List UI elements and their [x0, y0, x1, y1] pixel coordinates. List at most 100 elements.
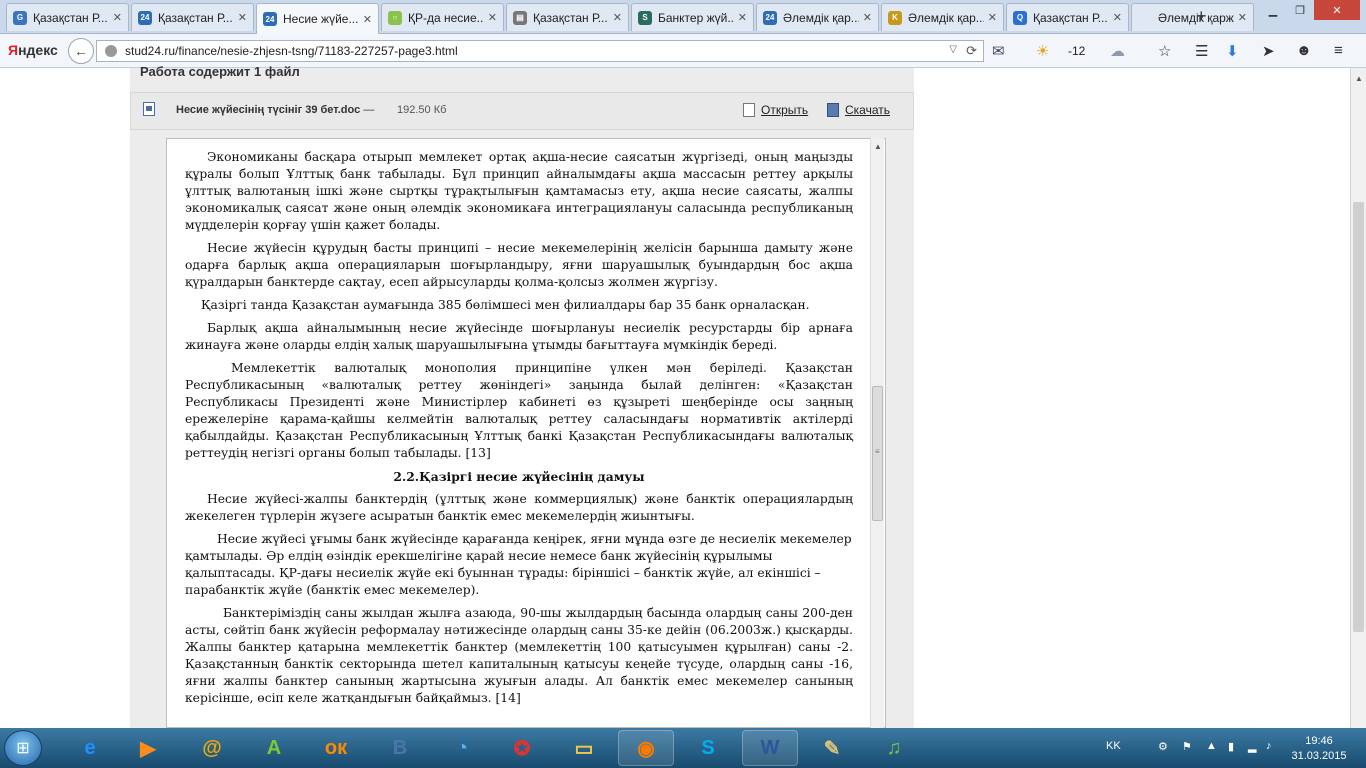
tab-close-icon[interactable]: ✕	[488, 11, 497, 24]
mail-icon[interactable]: ✉	[992, 42, 1005, 60]
tab-close-icon[interactable]: ✕	[1113, 11, 1122, 24]
page-scroll-thumb[interactable]	[1353, 202, 1364, 632]
tab-favicon-icon: ▤	[513, 10, 527, 25]
tab-close-icon[interactable]: ✕	[363, 13, 372, 26]
download-icon[interactable]: ⬇	[1226, 42, 1239, 60]
tab-title: ҚР-да несие...	[408, 10, 484, 25]
browser-tab[interactable]: 24 Несие жүйе... ✕	[256, 3, 379, 34]
tab-title: Қазақстан Р...	[33, 10, 108, 25]
logo-prefix: Я	[8, 42, 19, 58]
taskbar-paint-icon[interactable]: ✎	[804, 730, 860, 766]
tray-volume-icon[interactable]: ♪	[1266, 740, 1272, 752]
close-button[interactable]: ✕	[1314, 0, 1360, 20]
page-scrollbar[interactable]: ▲	[1350, 68, 1366, 728]
taskbar-word-icon[interactable]: W	[742, 730, 798, 766]
tab-close-icon[interactable]: ✕	[238, 11, 247, 24]
tab-close-icon[interactable]: ✕	[1238, 11, 1247, 24]
new-tab-button[interactable]: +	[1196, 6, 1207, 27]
tab-title: Әлемдік қар...	[908, 10, 984, 25]
yandex-logo[interactable]: Яндекс	[8, 42, 58, 58]
browser-tab[interactable]: K Әлемдік қар... ✕	[881, 3, 1004, 31]
taskbar-agent-icon[interactable]: A	[246, 730, 302, 766]
tab-close-icon[interactable]: ✕	[863, 11, 872, 24]
taskbar-firefox-icon[interactable]: ◉	[618, 730, 674, 766]
doc-heading: 2.2.Қазіргі несие жүйесінің дамуы	[393, 469, 645, 484]
maximize-button[interactable]: ❐	[1287, 0, 1313, 20]
tab-title: Қазақстан Р...	[158, 10, 233, 25]
taskbar-chrome-alt-icon[interactable]: ◔	[434, 730, 490, 766]
minimize-button[interactable]: ▁	[1260, 0, 1286, 20]
smile-icon[interactable]: ☻	[1296, 42, 1312, 59]
tab-close-icon[interactable]: ✕	[113, 11, 122, 24]
back-button[interactable]: ←	[68, 38, 94, 64]
taskbar-music-icon[interactable]: ♫	[866, 730, 922, 766]
address-bar[interactable]: stud24.ru/finance/nesie-zhjesn-tsng/7118…	[96, 40, 984, 62]
taskbar-vk-icon[interactable]: В	[372, 730, 428, 766]
tab-title: Әлемдік қар...	[783, 10, 859, 25]
tray-battery-icon[interactable]: ▮	[1228, 740, 1234, 753]
file-bar: Несие жүйесінің түсініг 39 бет.doc — 192…	[130, 92, 914, 130]
save-icon	[827, 103, 839, 117]
doc-paragraph: Несие жүйесі ұғымы банк жүйесінде қараға…	[185, 532, 852, 597]
browser-tab[interactable]: ○ ҚР-да несие... ✕	[381, 3, 504, 31]
document-scrollbar[interactable]: ▲ ≡	[870, 138, 884, 728]
document-viewer[interactable]: Экономиканы басқара отырып мемлекет орта…	[166, 138, 886, 728]
cloud-icon[interactable]: ☁	[1110, 42, 1125, 60]
taskbar-explorer-icon[interactable]: ▭	[556, 730, 612, 766]
taskbar-ccleaner-icon[interactable]: ✪	[494, 730, 550, 766]
tray-network-icon[interactable]: ⚙	[1158, 740, 1168, 753]
tab-favicon-icon: G	[13, 10, 27, 25]
file-size: 192.50 Кб	[397, 104, 447, 116]
tab-title: Банктер жүй...	[658, 10, 734, 25]
browser-tab[interactable]: S Банктер жүй... ✕	[631, 3, 754, 31]
browser-tab[interactable]: Әлемдік қаржы ...✕	[1131, 3, 1254, 31]
file-name: Несие жүйесінің түсініг 39 бет.doc —	[176, 104, 374, 116]
tray-signal-icon[interactable]: ▂	[1248, 740, 1256, 753]
star-icon[interactable]: ☆	[1158, 42, 1171, 60]
tab-close-icon[interactable]: ✕	[988, 11, 997, 24]
browser-tab[interactable]: ▤ Қазақстан Р... ✕	[506, 3, 629, 31]
language-indicator[interactable]: KK	[1106, 740, 1121, 752]
taskbar-ie-icon[interactable]: e	[62, 730, 118, 766]
settings-menu-icon[interactable]: ≡	[1334, 42, 1343, 59]
browser-tab[interactable]: 24 Әлемдік қар... ✕	[756, 3, 879, 31]
browser-tab[interactable]: 24 Қазақстан Р... ✕	[131, 3, 254, 31]
download-link[interactable]: Скачать	[827, 103, 890, 117]
menu-icon[interactable]: ☰	[1195, 42, 1208, 60]
tab-favicon-icon: K	[888, 10, 902, 25]
tray-arrow-icon[interactable]: ▲	[1206, 740, 1217, 752]
doc-paragraph: Барлық ақша айналымының несие жүйесінде …	[185, 321, 853, 352]
tab-favicon-icon: 24	[263, 12, 277, 26]
taskbar-skype-icon[interactable]: S	[680, 730, 736, 766]
clock[interactable]: 19:46 31.03.2015	[1290, 734, 1348, 764]
taskbar-ok-icon[interactable]: ок	[308, 730, 364, 766]
reload-icon[interactable]: ⟳	[966, 43, 977, 59]
browser-tab[interactable]: Q Қазақстан Р... ✕	[1006, 3, 1129, 31]
logo-rest: ндекс	[18, 42, 58, 58]
taskbar-media-icon[interactable]: ▶	[120, 730, 176, 766]
download-label: Скачать	[845, 103, 890, 117]
scroll-up-icon[interactable]: ▲	[1355, 74, 1363, 83]
globe-icon	[105, 45, 117, 57]
tab-close-icon[interactable]: ✕	[613, 11, 622, 24]
tab-close-icon[interactable]: ✕	[738, 11, 747, 24]
tab-title: Қазақстан Р...	[533, 10, 608, 25]
arrow-left-icon: ←	[74, 43, 88, 59]
chevron-down-icon[interactable]: ▽	[949, 44, 957, 55]
tab-favicon-icon: S	[638, 10, 652, 25]
browser-tab[interactable]: G Қазақстан Р... ✕	[6, 3, 129, 31]
tray-flag-icon[interactable]: ⚑	[1182, 740, 1192, 753]
weather-icon[interactable]: ☀	[1036, 42, 1049, 60]
scroll-up-icon[interactable]: ▲	[874, 142, 882, 151]
weather-temp: -12	[1068, 44, 1086, 58]
send-icon[interactable]: ➤	[1262, 42, 1275, 60]
open-link[interactable]: Открыть	[743, 103, 808, 117]
start-button[interactable]: ⊞	[4, 730, 42, 766]
tab-favicon-icon: ○	[388, 10, 402, 25]
address-toolbar: Яндекс ← stud24.ru/finance/nesie-zhjesn-…	[0, 34, 1366, 68]
grip-icon: ≡	[875, 447, 880, 456]
taskbar-mail-icon[interactable]: @	[184, 730, 240, 766]
document-scroll-thumb[interactable]: ≡	[872, 386, 883, 521]
document-text: Экономиканы басқара отырып мемлекет орта…	[185, 149, 853, 713]
clock-time: 19:46	[1305, 735, 1333, 747]
